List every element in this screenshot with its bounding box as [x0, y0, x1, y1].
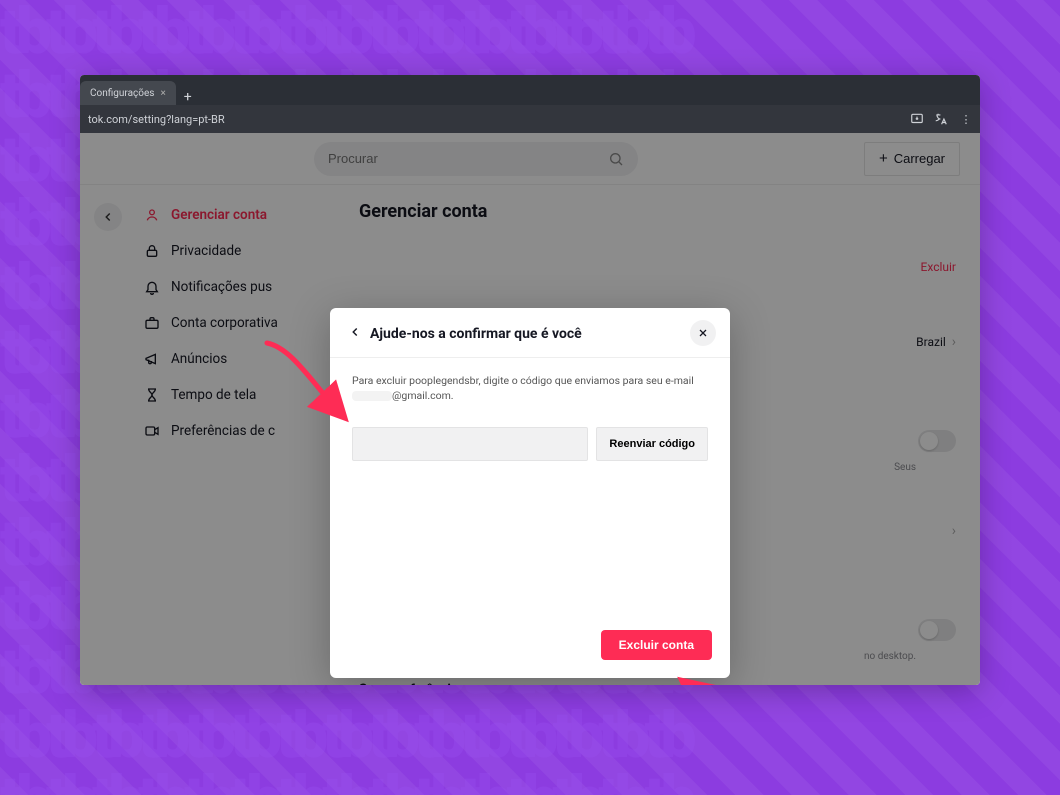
chevron-left-icon — [348, 325, 362, 339]
modal-back-button[interactable] — [348, 324, 362, 343]
delete-account-button[interactable]: Excluir conta — [601, 630, 712, 660]
modal-body: Para excluir pooplegendsbr, digite o cód… — [330, 358, 730, 616]
page-content: + Carregar Gerenciar conta — [80, 133, 980, 685]
code-row: Reenviar código — [352, 427, 708, 461]
modal-close-button[interactable] — [690, 320, 716, 346]
redacted-email-prefix — [352, 391, 392, 401]
browser-urlbar: tok.com/setting?lang=pt-BR ⋮ — [80, 105, 980, 133]
menu-icon[interactable]: ⋮ — [958, 112, 972, 126]
modal-title: Ajude-nos a confirmar que é você — [370, 326, 582, 342]
close-tab-icon[interactable]: × — [160, 88, 165, 99]
install-app-icon[interactable] — [910, 112, 924, 126]
new-tab-button[interactable]: + — [176, 89, 200, 105]
confirm-modal: Ajude-nos a confirmar que é você Para ex… — [330, 308, 730, 678]
close-icon — [697, 327, 709, 339]
modal-header: Ajude-nos a confirmar que é você — [330, 308, 730, 358]
modal-footer: Excluir conta — [330, 616, 730, 678]
browser-tabstrip: Configurações × + — [80, 75, 980, 105]
resend-code-button[interactable]: Reenviar código — [596, 427, 708, 461]
tab-title: Configurações — [90, 88, 154, 99]
code-input[interactable] — [352, 427, 588, 461]
browser-tab[interactable]: Configurações × — [80, 81, 176, 105]
url-text[interactable]: tok.com/setting?lang=pt-BR — [88, 113, 225, 126]
translate-icon[interactable] — [934, 112, 948, 126]
modal-message: Para excluir pooplegendsbr, digite o cód… — [352, 374, 708, 403]
browser-window: Configurações × + tok.com/setting?lang=p… — [80, 75, 980, 685]
